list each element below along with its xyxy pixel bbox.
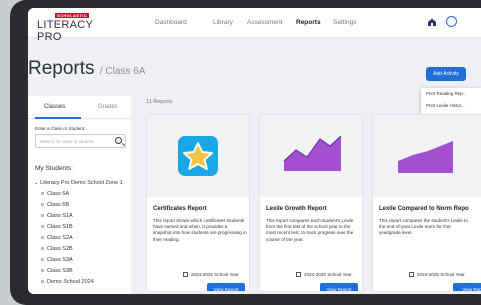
radio-icon [41, 280, 44, 284]
calendar-icon [183, 272, 188, 278]
radio-icon [41, 192, 44, 196]
chevron-down-icon: ⌄ [34, 180, 39, 186]
my-students-heading: My Students: [35, 165, 73, 172]
school-year-select[interactable]: 2024-2025 School Year [183, 272, 239, 278]
class-label: Class 6A [47, 191, 70, 197]
radio-icon [41, 247, 44, 251]
class-label: Demo School 2024 [47, 279, 94, 285]
norm-chart-icon [398, 141, 453, 173]
view-report-button[interactable]: View Report [320, 283, 358, 291]
school-year-value: 2024-2025 School Year [304, 272, 352, 277]
user-avatar-icon[interactable] [446, 16, 457, 27]
sidebar-item-class[interactable]: Class S1A [41, 211, 137, 221]
top-bar: SCHOLASTIC LITERACY PRO Dashboard Librar… [28, 8, 481, 43]
zone-label: Literacy Pro Demo School Zone 1 [40, 180, 123, 186]
radio-icon [41, 258, 44, 262]
page-title-text: Reports [28, 58, 95, 79]
menu-item-print-reading[interactable]: Print Reading Rep... [421, 88, 481, 100]
search-icon[interactable] [115, 137, 122, 144]
sidebar-tabs: Classes Grades [28, 96, 131, 119]
sidebar-item-class[interactable]: Class S3A [41, 255, 137, 265]
menu-item-print-lexile-history[interactable]: Print Lexile Histor... [421, 100, 481, 112]
nav-dashboard[interactable]: Dashboard [155, 19, 187, 26]
calendar-icon [296, 272, 301, 278]
sidebar-item-class[interactable]: Class S1B [41, 222, 137, 232]
tab-classes[interactable]: Classes [44, 104, 65, 110]
nav-reports[interactable]: Reports [296, 19, 321, 26]
card-description: This report shows which certificates stu… [153, 218, 247, 242]
star-icon [178, 136, 218, 176]
brand-logo[interactable]: SCHOLASTIC LITERACY PRO [37, 13, 107, 43]
report-card-certificates: Certificates Report This report shows wh… [146, 114, 250, 292]
search-placeholder: Search for class or student [40, 138, 94, 144]
sidebar-item-class[interactable]: Class 6B [41, 200, 137, 210]
card-thumbnail [147, 115, 249, 197]
card-title: Certificates Report [153, 206, 207, 212]
school-year-value: 2024-2025 School Year [417, 272, 465, 277]
reports-count: 11 Reports [146, 99, 173, 105]
radio-icon [41, 236, 44, 240]
class-label: Class S2B [47, 246, 73, 252]
class-label: Class S1A [47, 213, 73, 219]
search-label: Enter a Class or Student: [35, 126, 86, 131]
radio-icon [41, 214, 44, 218]
calendar-icon [409, 272, 414, 278]
sidebar-item-class[interactable]: Demo School 2024 [41, 277, 137, 287]
page-title: Reports / Class 6A [28, 58, 145, 80]
active-tab-indicator [35, 117, 81, 119]
class-label: Class S3B [47, 268, 73, 274]
school-year-select[interactable]: 2024-2025 School Year [296, 272, 352, 278]
nav-assessment[interactable]: Assessment [247, 19, 282, 26]
card-thumbnail [373, 115, 481, 197]
card-thumbnail [260, 115, 362, 197]
class-label: Class S3A [47, 257, 73, 263]
tab-grades[interactable]: Grades [98, 104, 118, 110]
card-title: Lexile Growth Report [266, 206, 327, 212]
nav-settings[interactable]: Settings [333, 19, 357, 26]
class-label: Class S2A [47, 235, 73, 241]
growth-chart-icon [283, 135, 342, 171]
school-home-icon[interactable] [427, 18, 437, 26]
brand-publisher: SCHOLASTIC [55, 13, 89, 18]
card-description: This report compares the student's Lexil… [379, 218, 468, 236]
search-input[interactable]: Search for class or student [35, 134, 126, 148]
school-year-value: 2024-2025 School Year [191, 272, 239, 277]
report-card-lexile-growth: Lexile Growth Report This report compare… [259, 114, 363, 292]
sidebar-item-class[interactable]: Class S2B [41, 244, 137, 254]
view-report-button[interactable]: View Report [207, 283, 245, 291]
sidebar: Classes Grades Enter a Class or Student:… [28, 96, 131, 294]
page-subtitle: / Class 6A [99, 66, 146, 77]
tree-item-zone[interactable]: ⌄ Literacy Pro Demo School Zone 1 [34, 178, 130, 188]
view-report-button[interactable]: View Rep [453, 283, 481, 291]
radio-icon [41, 269, 44, 273]
school-year-select[interactable]: 2024-2025 School Year [409, 272, 465, 278]
sidebar-item-class[interactable]: Class S3B [41, 266, 137, 276]
card-title: Lexile Compared to Norm Repo [379, 206, 469, 212]
report-card-lexile-norm: Lexile Compared to Norm Repo This report… [372, 114, 481, 292]
radio-icon [41, 225, 44, 229]
class-label: Class 6B [47, 202, 70, 208]
sidebar-item-class[interactable]: Class S2A [41, 233, 137, 243]
app-screen: SCHOLASTIC LITERACY PRO Dashboard Librar… [28, 8, 481, 294]
nav-library[interactable]: Library [213, 19, 233, 26]
radio-icon [41, 203, 44, 207]
brand-name: LITERACY PRO [37, 19, 93, 43]
class-label: Class S1B [47, 224, 73, 230]
card-description: This report compares each student's Lexi… [266, 218, 354, 242]
sidebar-item-class[interactable]: Class 6A [41, 189, 137, 199]
add-activity-button[interactable]: Add Activity [426, 67, 466, 81]
